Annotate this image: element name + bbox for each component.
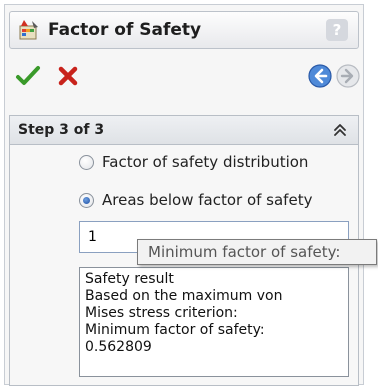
collapse-chevron-icon[interactable]: [330, 120, 350, 140]
step-title: Step 3 of 3: [18, 122, 105, 138]
cancel-x-icon[interactable]: [55, 63, 81, 89]
next-page-icon-disabled[interactable]: [335, 63, 361, 89]
safety-result-box: Safety result Based on the maximum von M…: [79, 267, 349, 377]
result-value: 0.562809: [85, 339, 152, 355]
step-group-header[interactable]: Step 3 of 3: [9, 115, 359, 145]
tooltip: Minimum factor of safety:: [137, 239, 377, 265]
previous-page-icon[interactable]: [307, 63, 333, 89]
result-line: Based on the maximum von: [85, 288, 283, 304]
help-icon[interactable]: ?: [326, 19, 348, 41]
radio-button[interactable]: [79, 154, 94, 170]
result-line: Mises stress criterion:: [85, 305, 238, 321]
property-manager-panel: Factor of Safety ? Step 3 of 3 Factor of…: [4, 4, 377, 386]
option-label: Areas below factor of safety: [102, 191, 313, 209]
action-bar: [5, 57, 363, 97]
option-factor-of-safety-distribution[interactable]: Factor of safety distribution: [79, 153, 308, 171]
ok-checkmark-icon[interactable]: [15, 63, 41, 89]
option-label: Factor of safety distribution: [102, 153, 309, 171]
title-bar: Factor of Safety ?: [9, 11, 359, 49]
result-line: Minimum factor of safety:: [85, 322, 265, 338]
factor-of-safety-icon: [19, 20, 38, 40]
option-areas-below-factor-of-safety[interactable]: Areas below factor of safety: [79, 191, 312, 209]
radio-button-selected[interactable]: [79, 192, 94, 208]
panel-title: Factor of Safety: [48, 20, 202, 40]
result-line: Safety result: [85, 271, 174, 287]
